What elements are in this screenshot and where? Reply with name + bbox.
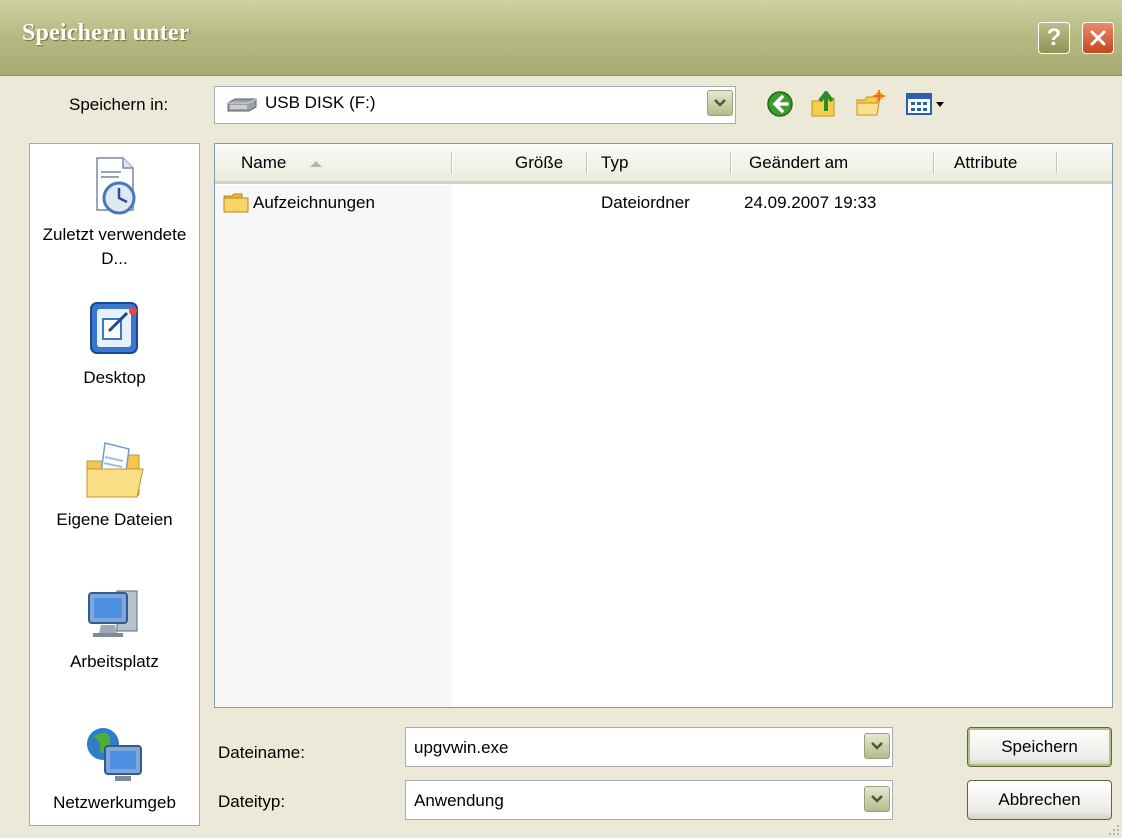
my-computer-icon [87,590,137,637]
column-header-modified[interactable]: Geändert am [749,144,848,181]
column-separator[interactable] [586,152,587,174]
column-separator[interactable] [451,152,452,174]
filetype-value: Anwendung [414,791,504,810]
place-recent[interactable]: Zuletzt verwendete D... [30,154,199,271]
save-button[interactable]: Speichern [967,727,1112,767]
column-header-row: Name Größe Typ Geändert am Attribute [215,144,1112,184]
place-label: Zuletzt verwendete D... [42,225,187,268]
column-header-attributes[interactable]: Attribute [954,144,1017,181]
back-icon [767,91,793,117]
filetype-dropdown-button[interactable] [864,786,890,812]
up-folder-button[interactable] [808,88,840,120]
column-separator[interactable] [933,152,934,174]
window-title: Speichern unter [22,20,190,46]
desktop-icon [89,302,138,354]
chevron-down-icon [871,742,883,750]
sort-ascending-icon [310,161,323,167]
place-network[interactable]: Netzwerkumgeb [30,722,199,815]
usb-drive-icon [227,98,257,112]
sorted-column-highlight [215,185,452,707]
place-label: Eigene Dateien [56,510,173,529]
filetype-label: Dateityp: [218,792,286,811]
list-item[interactable]: Aufzeichnungen Dateiordner 24.09.2007 19… [223,190,1103,216]
chevron-down-icon [871,795,883,803]
new-folder-icon [856,90,885,116]
title-bar: Speichern unter ? [0,0,1122,76]
filename-value: upgvwin.exe [414,738,509,757]
save-in-label: Speichern in: [69,95,169,114]
new-folder-button[interactable] [854,88,886,120]
item-type: Dateiordner [601,193,690,212]
column-header-name[interactable]: Name [241,144,323,181]
help-button[interactable]: ? [1038,22,1070,54]
network-places-icon [86,728,142,781]
close-icon [1090,30,1106,46]
place-my-documents[interactable]: Eigene Dateien [30,439,199,532]
view-menu-button[interactable] [902,88,950,120]
filename-input[interactable]: upgvwin.exe [405,727,893,767]
save-in-dropdown[interactable]: USB DISK (F:) [214,86,736,124]
save-in-dropdown-button[interactable] [707,90,733,116]
place-label: Netzwerkumgeb [53,793,176,812]
my-documents-icon [86,442,144,498]
place-desktop[interactable]: Desktop [30,297,199,390]
save-in-value: USB DISK (F:) [265,93,376,112]
cancel-button[interactable]: Abbrechen [967,780,1112,820]
folder-icon [223,193,249,213]
column-header-type[interactable]: Typ [601,144,628,181]
place-my-computer[interactable]: Arbeitsplatz [30,581,199,674]
column-separator[interactable] [1056,152,1057,174]
places-bar: Zuletzt verwendete D... Desktop Eigene D… [29,143,200,826]
column-separator[interactable] [730,152,731,174]
close-button[interactable] [1082,22,1114,54]
column-header-size[interactable]: Größe [515,144,563,181]
item-name: Aufzeichnungen [253,193,375,212]
item-modified: 24.09.2007 19:33 [744,193,877,212]
resize-grip-icon[interactable] [1106,822,1120,836]
view-menu-icon [906,93,944,115]
recent-documents-icon [95,157,135,215]
place-label: Arbeitsplatz [70,652,159,671]
filename-label: Dateiname: [218,743,305,762]
place-label: Desktop [83,368,146,387]
back-button[interactable] [764,88,796,120]
chevron-down-icon [714,99,726,107]
filename-dropdown-button[interactable] [864,733,890,759]
up-folder-icon [811,91,835,117]
file-list[interactable]: Name Größe Typ Geändert am Attribute Auf… [214,143,1113,708]
filetype-dropdown[interactable]: Anwendung [405,780,893,820]
